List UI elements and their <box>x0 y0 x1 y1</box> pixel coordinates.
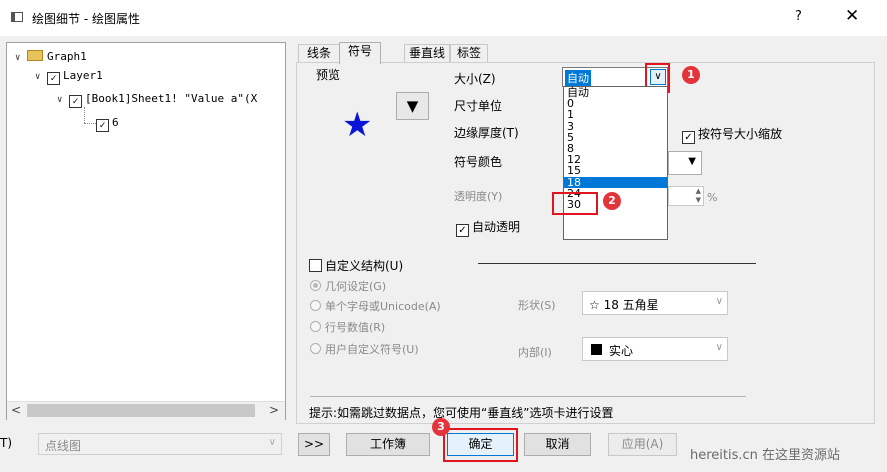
spin-icon[interactable]: ▲ ▼ <box>696 187 701 205</box>
tab-symbol[interactable]: 符号 <box>339 42 381 64</box>
preview-label: 预览 <box>316 68 341 82</box>
cancel-button[interactable]: 取消 <box>524 433 591 456</box>
size-option[interactable]: 3 <box>564 120 667 132</box>
chevron-down-icon[interactable]: ∨ <box>57 92 69 108</box>
plot-type-combo[interactable]: 点线图 ∨ <box>38 433 282 455</box>
radio-icon[interactable] <box>310 300 321 311</box>
close-icon[interactable]: ✕ <box>845 6 859 26</box>
shape-label: 形状(S) <box>518 299 556 312</box>
window-title: 绘图细节 - 绘图属性 <box>32 12 140 26</box>
highlight-box <box>443 428 518 462</box>
tree-connector <box>84 123 96 125</box>
radio-single-char[interactable]: 单个字母或Unicode(A) <box>310 298 441 314</box>
radio-icon[interactable] <box>310 280 321 291</box>
checkbox-icon[interactable]: ✓ <box>682 131 695 144</box>
checkbox-icon[interactable]: ✓ <box>456 224 469 237</box>
size-option[interactable]: 5 <box>564 132 667 143</box>
radio-icon[interactable] <box>310 321 321 332</box>
layer-checkbox[interactable]: ✓ <box>47 72 60 85</box>
expand-button[interactable]: >> <box>298 433 330 456</box>
custom-construct-checkbox[interactable]: 自定义结构(U) <box>309 257 403 274</box>
size-label: 大小(Z) <box>454 72 496 86</box>
size-option[interactable]: 0 <box>564 98 667 109</box>
hint-text: 提示:如需跳过数据点，您可使用“垂直线”选项卡进行设置 <box>309 406 614 420</box>
chevron-down-icon[interactable]: ▼ <box>688 156 696 167</box>
horizontal-scrollbar[interactable]: < > <box>7 401 285 420</box>
unit-label: 尺寸单位 <box>454 99 503 113</box>
scale-checkbox[interactable]: ✓ 按符号大小缩放 <box>682 125 782 144</box>
tab-label[interactable]: 标签 <box>450 44 488 63</box>
watermark-text: hereitis.cn 在这里资源站 <box>690 448 841 463</box>
folder-icon <box>27 50 43 61</box>
tree-item-layer[interactable]: ∨ ✓ Layer1 <box>35 68 103 85</box>
tree-item-plot[interactable]: ∨ ✓ [Book1]Sheet1! "Value a"(X <box>57 91 257 108</box>
plot-tree[interactable]: ∨ Graph1 ∨ ✓ Layer1 ∨ ✓ [Book1]Sheet1! "Value… <box>6 42 286 420</box>
transparency-label: 透明度(Y) <box>454 190 503 203</box>
chevron-down-icon[interactable]: ∨ <box>269 437 276 448</box>
scroll-right-icon[interactable]: > <box>269 403 279 417</box>
title-bar: 绘图细节 - 绘图属性 ? ✕ <box>0 0 887 36</box>
shape-combo[interactable]: ☆ 18 五角星 ∨ <box>582 291 728 315</box>
window-icon <box>11 12 23 22</box>
checkbox-icon[interactable] <box>309 259 322 272</box>
apply-button[interactable]: 应用(A) <box>608 433 677 456</box>
chevron-down-icon[interactable]: ∨ <box>716 342 723 353</box>
help-button[interactable]: ? <box>795 9 802 24</box>
preview-dropdown-button[interactable]: ▼ <box>396 92 429 120</box>
size-option[interactable]: 1 <box>564 109 667 120</box>
chevron-down-icon[interactable]: ∨ <box>35 69 47 85</box>
scroll-left-icon[interactable]: < <box>11 403 21 417</box>
step-badge: 1 <box>682 66 700 84</box>
tab-drop-lines[interactable]: 垂直线 <box>404 44 450 63</box>
transparency-spinner[interactable]: ▲ ▼ <box>668 186 704 206</box>
tree-item-graph[interactable]: ∨ Graph1 <box>15 49 87 65</box>
scroll-thumb[interactable] <box>27 404 255 417</box>
radio-row-number[interactable]: 行号数值(R) <box>310 319 385 335</box>
radio-user-symbol[interactable]: 用户自定义符号(U) <box>310 341 419 357</box>
radio-icon[interactable] <box>310 343 321 354</box>
color-combo[interactable]: ▼ <box>668 151 702 175</box>
interior-label: 内部(I) <box>518 346 552 359</box>
plot-type-value: 点线图 <box>45 439 82 453</box>
size-option[interactable]: 15 <box>564 165 667 176</box>
divider <box>478 263 756 264</box>
plot-checkbox[interactable]: ✓ <box>69 95 82 108</box>
percent-sign: % <box>707 191 718 204</box>
edge-thickness-label: 边缘厚度(T) <box>454 126 519 140</box>
size-option[interactable]: 18 <box>564 176 667 188</box>
highlight-box <box>552 192 598 215</box>
workbook-button[interactable]: 工作簿 <box>346 433 430 456</box>
auto-transparent-checkbox[interactable]: ✓ 自动透明 <box>456 218 520 237</box>
bottom-left-label: T) <box>0 436 13 450</box>
hint-divider <box>310 396 746 397</box>
radio-geometry[interactable]: 几何设定(G) <box>310 278 386 294</box>
tree-connector <box>84 107 86 123</box>
size-dropdown-list[interactable]: 自动 0 1 3 5 8 12 15 18 24 30 <box>563 86 668 240</box>
size-value[interactable]: 自动 <box>565 70 591 86</box>
interior-combo[interactable]: 实心 ∨ <box>582 337 728 361</box>
size-option[interactable]: 自动 <box>564 87 667 98</box>
shape-value: ☆ 18 五角星 <box>589 298 659 312</box>
step-badge: 3 <box>432 418 450 436</box>
color-label: 符号颜色 <box>454 155 503 169</box>
fill-swatch <box>591 344 602 355</box>
tree-item-point[interactable]: ✓ 6 <box>96 115 119 132</box>
tab-line[interactable]: 线条 <box>298 44 340 63</box>
interior-value: 实心 <box>609 344 634 358</box>
chevron-down-icon[interactable]: ∨ <box>716 296 723 307</box>
step-badge: 2 <box>603 192 621 210</box>
star-icon: ★ <box>342 105 373 145</box>
point-checkbox[interactable]: ✓ <box>96 119 109 132</box>
chevron-down-icon[interactable]: ∨ <box>15 50 27 66</box>
